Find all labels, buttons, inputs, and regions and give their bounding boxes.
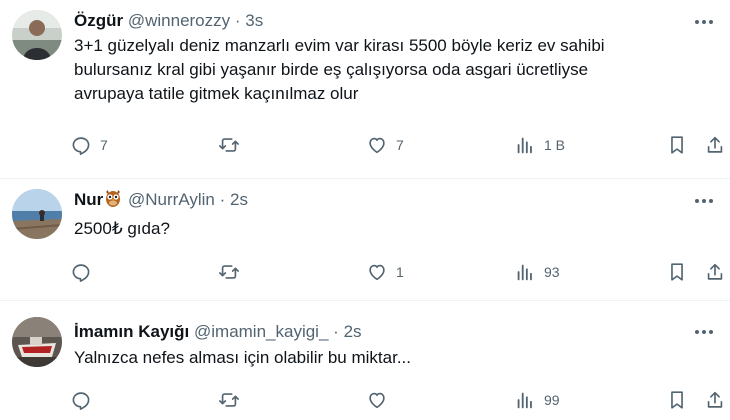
like-button[interactable]: 1: [366, 257, 404, 287]
separator: ·: [219, 190, 226, 209]
tweet[interactable]: Nur @NurrAylin · 2s 2500₺ gıda? 1 93: [0, 179, 730, 300]
more-icon[interactable]: [692, 322, 716, 342]
tweet-text: Yalnızca nefes alması için olabilir bu m…: [74, 346, 710, 370]
repost-icon: [218, 134, 240, 156]
repost-button[interactable]: [218, 257, 248, 287]
bookmark-icon: [666, 261, 688, 283]
display-name[interactable]: İmamın Kayığı: [74, 322, 189, 341]
repost-button[interactable]: [218, 385, 248, 415]
views-button[interactable]: 1 B: [514, 130, 565, 160]
tweet-header: İmamın Kayığı @imamin_kayigi_ · 2s: [74, 321, 690, 343]
bookmark-button[interactable]: [666, 257, 688, 287]
avatar[interactable]: [12, 317, 62, 367]
share-button[interactable]: [704, 130, 726, 160]
tweet-header: Nur @NurrAylin · 2s: [74, 189, 690, 213]
tweet-text-line: bulursanız kral gibi yaşanır birde eş ça…: [74, 60, 589, 79]
tweet-text-line: 2500₺ gıda?: [74, 219, 170, 238]
reply-button[interactable]: [70, 257, 100, 287]
avatar[interactable]: [12, 189, 62, 239]
like-icon: [366, 389, 388, 411]
avatar-photo: [12, 189, 62, 239]
avatar-photo: [12, 317, 62, 367]
like-count: 1: [396, 264, 404, 280]
username[interactable]: @NurrAylin: [128, 190, 215, 209]
reply-button[interactable]: [70, 385, 100, 415]
reply-icon: [70, 389, 92, 411]
separator: ·: [234, 11, 241, 30]
separator: ·: [333, 322, 339, 341]
tweet[interactable]: Özgür @winnerozzy · 3s 3+1 güzelyalı den…: [0, 0, 730, 178]
action-bar: 7 7 1 B: [70, 130, 720, 160]
reply-feed: Özgür @winnerozzy · 3s 3+1 güzelyalı den…: [0, 0, 730, 420]
bookmark-icon: [666, 389, 688, 411]
display-name[interactable]: Özgür: [74, 11, 123, 30]
tweet-header: Özgür @winnerozzy · 3s: [74, 10, 690, 32]
like-count: 7: [396, 137, 404, 153]
like-button[interactable]: 7: [366, 130, 404, 160]
bookmark-icon: [666, 134, 688, 156]
tweet-text: 2500₺ gıda?: [74, 217, 710, 241]
avatar-photo: [12, 10, 62, 60]
like-icon: [366, 134, 388, 156]
reply-icon: [70, 261, 92, 283]
share-icon: [704, 261, 726, 283]
reply-icon: [70, 134, 92, 156]
share-button[interactable]: [704, 385, 726, 415]
views-count: 1 B: [544, 137, 566, 153]
action-bar: 1 93: [70, 257, 720, 287]
bookmark-button[interactable]: [666, 385, 688, 415]
views-icon: [514, 261, 536, 283]
reply-button[interactable]: 7: [70, 130, 108, 160]
reply-count: 7: [100, 137, 108, 153]
views-icon: [514, 134, 536, 156]
views-button[interactable]: 93: [514, 257, 560, 287]
more-icon[interactable]: [692, 191, 716, 211]
share-icon: [704, 134, 726, 156]
repost-icon: [218, 389, 240, 411]
like-icon: [366, 261, 388, 283]
tweet-text-line: 3+1 güzelyalı deniz manzarlı evim var ki…: [74, 36, 605, 55]
avatar[interactable]: [12, 10, 62, 60]
tweet[interactable]: İmamın Kayığı @imamin_kayigi_ · 2s Yalnı…: [0, 301, 730, 420]
views-icon: [514, 389, 536, 411]
action-bar: 99: [70, 385, 720, 415]
username[interactable]: @imamin_kayigi_: [194, 322, 328, 341]
tweet-text-line: avrupaya tatile gitmek kaçınılmaz olur: [74, 84, 359, 103]
views-button[interactable]: 99: [514, 385, 560, 415]
username[interactable]: @winnerozzy: [128, 11, 230, 30]
bookmark-button[interactable]: [666, 130, 688, 160]
display-name[interactable]: Nur: [74, 190, 103, 209]
tweet-text-line: Yalnızca nefes alması için olabilir bu m…: [74, 348, 411, 367]
more-icon[interactable]: [692, 12, 716, 32]
like-button[interactable]: [366, 385, 396, 415]
timestamp[interactable]: 2s: [344, 322, 362, 341]
tweet-text: 3+1 güzelyalı deniz manzarlı evim var ki…: [74, 34, 710, 106]
views-count: 99: [544, 392, 560, 408]
timestamp[interactable]: 3s: [245, 11, 263, 30]
owl-emoji-icon: [105, 189, 121, 213]
share-button[interactable]: [704, 257, 726, 287]
repost-button[interactable]: [218, 130, 248, 160]
share-icon: [704, 389, 726, 411]
views-count: 93: [544, 264, 560, 280]
repost-icon: [218, 261, 240, 283]
timestamp[interactable]: 2s: [230, 190, 248, 209]
